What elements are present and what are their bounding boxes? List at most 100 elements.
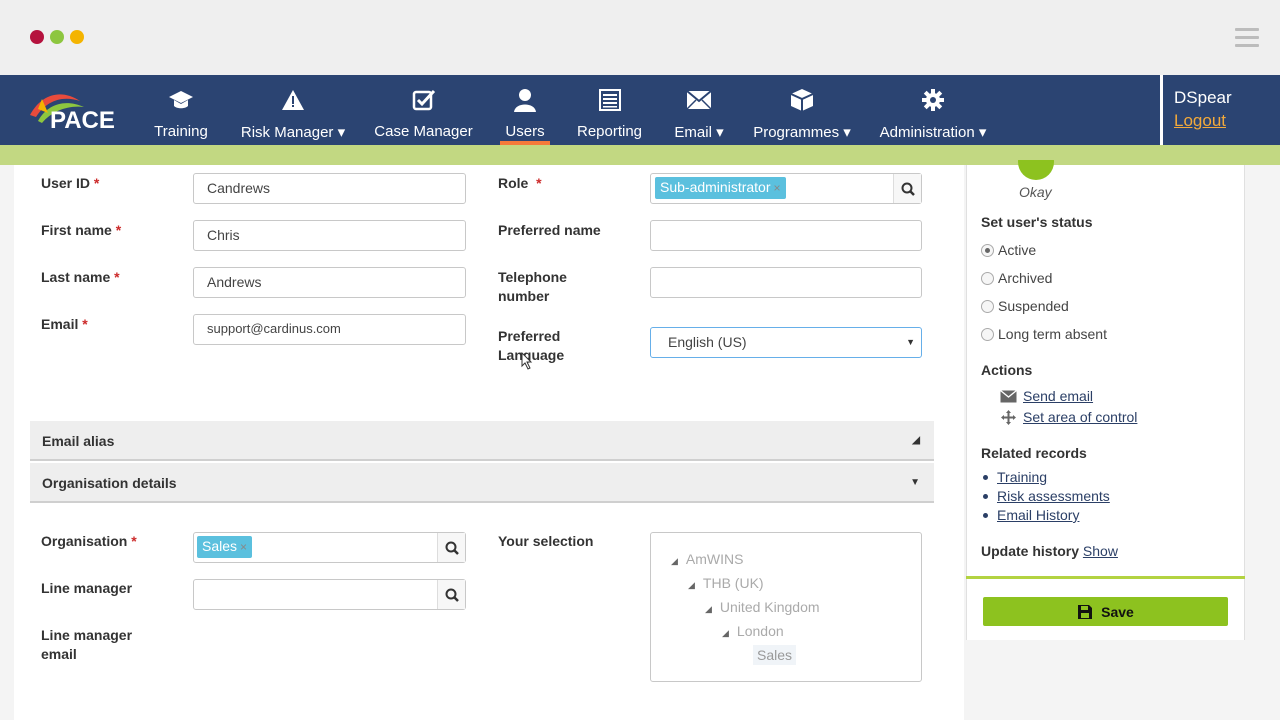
line-manager-label: Line manager (41, 580, 133, 596)
last-name-label: Last name * (41, 269, 120, 285)
email-input[interactable]: support@cardinus.com (193, 314, 466, 345)
envelope-icon (686, 87, 712, 113)
move-arrows-icon (1001, 409, 1016, 425)
tree-toggle-icon[interactable]: ◢ (688, 580, 695, 590)
user-icon (513, 87, 537, 113)
gear-icon (921, 87, 945, 113)
organisation-tag: Sales × (197, 536, 253, 558)
nav-users-label: Users (505, 123, 545, 140)
checkbox-icon (412, 87, 436, 113)
search-icon (445, 541, 459, 555)
update-history-row: Update history Show (981, 543, 1118, 559)
organisation-select[interactable]: Sales × (193, 532, 466, 563)
line-manager-search-button[interactable] (437, 580, 465, 609)
search-icon (445, 588, 459, 602)
your-selection-label: Your selection (498, 533, 594, 549)
role-tag-text: Sub-administrator (660, 179, 771, 195)
status-archived-radio[interactable]: Archived (981, 270, 1052, 286)
email-alias-section-header[interactable]: Email alias ◢ (30, 421, 934, 461)
status-long-term-absent-radio[interactable]: Long term absent (981, 326, 1107, 342)
telephone-input[interactable] (650, 267, 922, 298)
nav-case-manager-label: Case Manager (374, 123, 473, 140)
role-label: Role * (498, 175, 542, 191)
nav-reporting[interactable]: Reporting (577, 75, 642, 145)
tree-node-selected[interactable]: Sales (753, 645, 797, 665)
status-active-radio[interactable]: Active (981, 242, 1036, 258)
nav-email-label: Email ▾ (674, 124, 724, 141)
status-suspended-radio[interactable]: Suspended (981, 298, 1069, 314)
main-navbar: PACE Training Risk Manager ▾ Case Manage… (0, 75, 1280, 145)
current-user-name: DSpear (1174, 88, 1232, 107)
tree-node[interactable]: ◢ THB (UK) (688, 575, 764, 591)
logo-text: PACE (50, 107, 115, 134)
remove-tag-icon[interactable]: × (774, 181, 781, 195)
radio-checked-icon (981, 243, 994, 257)
user-id-input[interactable]: Candrews (193, 173, 466, 204)
first-name-label: First name * (41, 222, 122, 238)
nav-administration-label: Administration ▾ (879, 124, 987, 141)
language-select[interactable]: English (US) ▼ (650, 327, 922, 358)
update-history-label: Update history (981, 543, 1080, 559)
window-dot-green[interactable] (50, 30, 64, 44)
tree-node[interactable]: ◢ United Kingdom (705, 599, 820, 615)
preferred-name-label: Preferred name (498, 222, 601, 238)
related-risk-assessments-link[interactable]: Risk assessments (997, 488, 1110, 504)
nav-risk-manager-label: Risk Manager ▾ (240, 124, 346, 141)
pace-logo[interactable]: PACE (28, 87, 128, 137)
status-heading: Set user's status (981, 214, 1093, 230)
mouse-cursor-icon (521, 352, 533, 370)
related-risk-assessments[interactable]: Risk assessments (983, 488, 1110, 504)
first-name-input[interactable]: Chris (193, 220, 466, 251)
nav-training-label: Training (154, 123, 208, 140)
organisation-details-section-header[interactable]: Organisation details ▼ (30, 463, 934, 503)
nav-programmes-label: Programmes ▾ (753, 124, 851, 141)
role-select[interactable]: Sub-administrator × (650, 173, 922, 204)
nav-risk-manager[interactable]: Risk Manager ▾ (240, 75, 346, 145)
logout-link[interactable]: Logout (1174, 111, 1226, 131)
radio-unchecked-icon (981, 271, 994, 285)
organisation-tree[interactable]: ◢ AmWINS ◢ THB (UK) ◢ United Kingdom ◢ Londo… (650, 532, 922, 682)
set-area-of-control-link[interactable]: Set area of control (1023, 409, 1137, 425)
status-okay-text: Okay (1019, 184, 1052, 200)
tree-node[interactable]: ◢ London (722, 623, 784, 639)
related-email-history[interactable]: Email History (983, 507, 1079, 523)
related-records-heading: Related records (981, 445, 1087, 461)
tree-node[interactable]: ◢ AmWINS (671, 551, 743, 567)
related-training[interactable]: Training (983, 469, 1047, 485)
line-manager-email-label: Line manager email (41, 627, 133, 662)
last-name-input[interactable]: Andrews (193, 267, 466, 298)
envelope-icon (1000, 389, 1017, 402)
organisation-details-title: Organisation details (42, 475, 177, 491)
nav-email[interactable]: Email ▾ (673, 75, 725, 145)
related-email-history-link[interactable]: Email History (997, 507, 1079, 523)
status-indicator-icon (1018, 160, 1054, 180)
email-label: Email * (41, 316, 88, 332)
organisation-search-button[interactable] (437, 533, 465, 562)
nav-training[interactable]: Training (152, 75, 210, 145)
role-tag: Sub-administrator × (655, 177, 786, 199)
window-dot-red[interactable] (30, 30, 44, 44)
role-search-button[interactable] (893, 174, 921, 203)
nav-users[interactable]: Users (500, 75, 550, 145)
save-button[interactable]: Save (983, 597, 1228, 626)
window-dot-yellow[interactable] (70, 30, 84, 44)
line-manager-select[interactable] (193, 579, 466, 610)
nav-case-manager[interactable]: Case Manager (374, 75, 473, 145)
dropdown-caret-icon: ▼ (906, 337, 915, 347)
nav-divider (1160, 75, 1163, 145)
preferred-name-input[interactable] (650, 220, 922, 251)
update-history-show-link[interactable]: Show (1083, 543, 1118, 559)
send-email-action[interactable]: Send email (1000, 388, 1093, 404)
tree-toggle-icon[interactable]: ◢ (722, 628, 729, 638)
tree-toggle-icon[interactable]: ◢ (671, 556, 678, 566)
organisation-label: Organisation * (41, 533, 137, 549)
remove-tag-icon[interactable]: × (240, 540, 247, 554)
hamburger-menu-icon[interactable] (1235, 28, 1259, 52)
nav-programmes[interactable]: Programmes ▾ (752, 75, 852, 145)
nav-administration[interactable]: Administration ▾ (879, 75, 987, 145)
set-area-of-control-action[interactable]: Set area of control (1000, 409, 1137, 425)
send-email-link[interactable]: Send email (1023, 388, 1093, 404)
related-training-link[interactable]: Training (997, 469, 1047, 485)
search-icon (901, 182, 915, 196)
tree-toggle-icon[interactable]: ◢ (705, 604, 712, 614)
